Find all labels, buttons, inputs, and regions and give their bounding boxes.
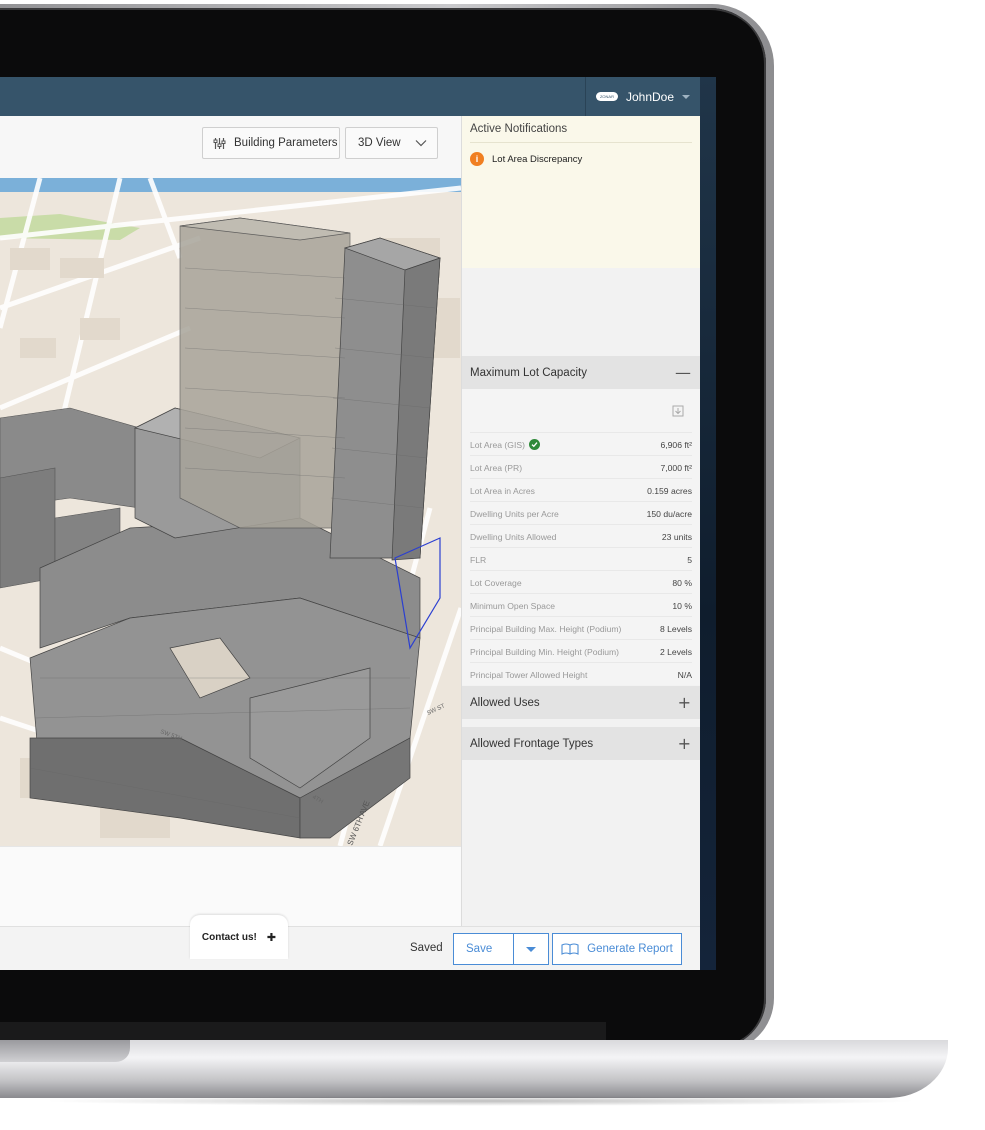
laptop-notch	[0, 1040, 130, 1062]
allowed-uses-title: Allowed Uses	[470, 696, 540, 709]
save-status: Saved	[410, 942, 443, 954]
user-menu[interactable]: ZONAR JohnDoe	[585, 77, 700, 116]
row-value: 8 Levels	[659, 623, 692, 634]
save-options-button[interactable]	[513, 934, 548, 964]
expand-icon: +	[677, 734, 691, 753]
collapse-icon: —	[675, 363, 691, 382]
laptop-shadow	[40, 1096, 920, 1106]
frontage-types-title: Allowed Frontage Types	[470, 737, 594, 750]
capacity-row-du-per-acre: Dwelling Units per Acre 150 du/acre	[470, 501, 692, 525]
row-label: Principal Tower Allowed Height	[470, 669, 588, 680]
map-toolbar: Building Parameters 3D View	[0, 116, 461, 178]
row-value: 23 units	[661, 531, 692, 542]
row-value: 2 Levels	[659, 646, 692, 657]
row-label: Minimum Open Space	[470, 600, 556, 611]
expand-icon: +	[677, 693, 691, 712]
view-select-value: 3D View	[358, 137, 401, 149]
capacity-row-lot-area-gis: Lot Area (GIS) 6,906 ft²	[470, 432, 692, 456]
capacity-row-tower-height: Principal Tower Allowed Height N/A	[470, 662, 692, 685]
download-icon[interactable]	[672, 405, 684, 417]
desktop-background	[698, 77, 716, 970]
building-parameters-button[interactable]: Building Parameters	[202, 127, 340, 159]
notifications-title: Active Notifications	[470, 123, 568, 135]
capacity-row-lot-area-pr: Lot Area (PR) 7,000 ft²	[470, 455, 692, 479]
row-label: Lot Coverage	[470, 577, 522, 588]
generate-report-label: Generate Report	[587, 943, 673, 955]
verified-check-icon	[528, 439, 540, 450]
view-select[interactable]: 3D View	[345, 127, 438, 159]
capacity-row-lot-area-acres: Lot Area in Acres 0.159 acres	[470, 478, 692, 502]
generate-report-button[interactable]: Generate Report	[552, 933, 682, 965]
book-icon	[561, 943, 579, 955]
map-3d-scene: SW 6TH AVE SW ST 4TH SW 5TH	[0, 178, 461, 846]
row-label: Lot Area (PR)	[470, 462, 523, 473]
contact-us-label: Contact us!	[201, 931, 257, 943]
info-icon: i	[470, 152, 484, 166]
top-bar: ZONAR JohnDoe	[0, 77, 700, 116]
capacity-row-du-allowed: Dwelling Units Allowed 23 units	[470, 524, 692, 548]
company-logo: ZONAR	[595, 92, 618, 101]
capacity-row-lot-coverage: Lot Coverage 80 %	[470, 570, 692, 594]
row-value: 0.159 acres	[647, 485, 692, 496]
capacity-row-flr: FLR 5	[470, 547, 692, 571]
row-label: Lot Area in Acres	[470, 485, 535, 496]
row-value: 6,906 ft²	[660, 439, 692, 450]
bottom-bar: Contact us! ✚ Saved Save Generate Report	[0, 915, 700, 970]
row-label: Principal Building Max. Height (Podium)	[470, 623, 622, 634]
divider	[470, 142, 692, 143]
chevron-down-icon	[415, 140, 427, 147]
app-window: ZONAR JohnDoe Building Parameters 3D Vie…	[0, 77, 700, 970]
caret-down-icon	[526, 946, 537, 952]
row-label: Dwelling Units Allowed	[470, 531, 557, 542]
user-name: JohnDoe	[625, 89, 675, 104]
notification-text: Lot Area Discrepancy	[492, 153, 583, 165]
row-value: 150 du/acre	[646, 508, 692, 519]
save-button[interactable]: Save	[454, 934, 513, 964]
caret-down-icon	[682, 94, 691, 99]
allowed-uses-header[interactable]: Allowed Uses +	[462, 686, 700, 719]
row-label: FLR	[470, 554, 487, 565]
capacity-row-max-height: Principal Building Max. Height (Podium) …	[470, 616, 692, 640]
row-value: 80 %	[672, 577, 692, 588]
max-lot-capacity-body: Lot Area (GIS) 6,906 ft² Lot Area (PR) 7…	[462, 389, 700, 685]
sliders-icon	[213, 137, 226, 149]
screen: ZONAR JohnDoe Building Parameters 3D Vie…	[0, 77, 716, 970]
row-value: 5	[687, 554, 692, 565]
contact-us-tab[interactable]: Contact us! ✚	[190, 915, 288, 959]
notification-lot-area-discrepancy[interactable]: i Lot Area Discrepancy	[470, 152, 582, 166]
row-label: Lot Area (GIS)	[470, 439, 525, 450]
notifications-panel: Active Notifications i Lot Area Discrepa…	[462, 116, 700, 268]
row-value: N/A	[677, 669, 692, 680]
max-lot-capacity-title: Maximum Lot Capacity	[470, 366, 587, 379]
frontage-types-header[interactable]: Allowed Frontage Types +	[462, 727, 700, 760]
plus-icon: ✚	[266, 930, 277, 944]
row-value: 10 %	[672, 600, 692, 611]
save-split-button: Save	[453, 933, 549, 965]
row-label: Dwelling Units per Acre	[470, 508, 559, 519]
row-value: 7,000 ft²	[660, 462, 692, 473]
capacity-row-min-open-space: Minimum Open Space 10 %	[470, 593, 692, 617]
building-parameters-label: Building Parameters	[234, 137, 338, 149]
map-area: Building Parameters 3D View SW 6TH AVE S…	[0, 116, 461, 927]
capacity-row-min-height: Principal Building Min. Height (Podium) …	[470, 639, 692, 663]
row-label: Principal Building Min. Height (Podium)	[470, 646, 620, 657]
laptop-hinge	[0, 1022, 606, 1042]
map-3d-viewport[interactable]: SW 6TH AVE SW ST 4TH SW 5TH	[0, 178, 461, 846]
side-panel: Active Notifications i Lot Area Discrepa…	[461, 116, 700, 970]
max-lot-capacity-header[interactable]: Maximum Lot Capacity —	[462, 356, 700, 389]
laptop-base	[0, 1040, 948, 1098]
